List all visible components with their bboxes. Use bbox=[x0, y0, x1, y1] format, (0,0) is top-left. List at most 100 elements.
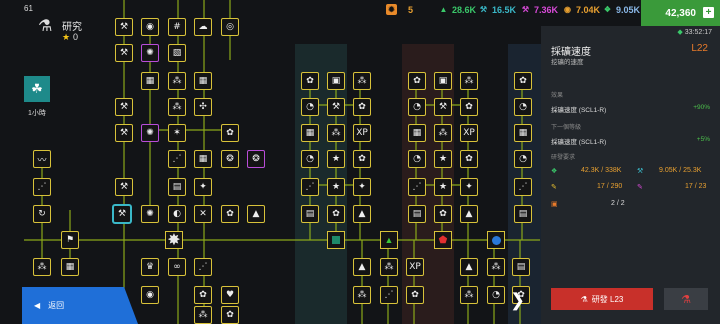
research-node[interactable]: ⚒ bbox=[115, 124, 133, 142]
research-node[interactable]: ▦ bbox=[194, 72, 212, 90]
research-node[interactable]: ◎ bbox=[221, 18, 239, 36]
research-node[interactable]: ✿ bbox=[221, 124, 239, 142]
research-node-mining-speed[interactable]: ⚒ bbox=[113, 205, 131, 223]
research-node[interactable]: ✿ bbox=[514, 72, 532, 90]
research-node[interactable]: ▲ bbox=[460, 258, 478, 276]
back-button[interactable]: ◀ 返回 bbox=[22, 287, 138, 324]
research-node[interactable]: ◔ bbox=[301, 150, 319, 168]
research-node[interactable]: ▦ bbox=[514, 124, 532, 142]
research-node[interactable]: ⋰ bbox=[194, 258, 212, 276]
research-node[interactable]: ⁂ bbox=[353, 72, 371, 90]
develop-button[interactable]: ⚗ 研發 L23 bbox=[551, 288, 653, 310]
research-node[interactable]: ⚒ bbox=[115, 98, 133, 116]
research-node[interactable]: ✕ bbox=[194, 205, 212, 223]
research-node[interactable]: ▦ bbox=[141, 72, 159, 90]
research-node[interactable]: ✺ bbox=[141, 124, 159, 142]
research-node[interactable]: ◔ bbox=[301, 98, 319, 116]
research-node[interactable]: ★ bbox=[327, 150, 345, 168]
research-node[interactable]: ▦ bbox=[194, 150, 212, 168]
research-node[interactable]: ✣ bbox=[194, 98, 212, 116]
research-node[interactable]: ⚒ bbox=[115, 44, 133, 62]
research-node[interactable]: # bbox=[168, 18, 186, 36]
research-node[interactable]: XP bbox=[406, 258, 424, 276]
research-hub-triangle[interactable]: ▲ bbox=[380, 231, 398, 249]
research-node[interactable]: ⁂ bbox=[33, 258, 51, 276]
research-node[interactable]: ▲ bbox=[353, 205, 371, 223]
research-node[interactable]: ☁ bbox=[194, 18, 212, 36]
next-arrow-button[interactable]: ❯ bbox=[510, 290, 525, 311]
resource-4[interactable]: ◉ 7.04K bbox=[562, 4, 600, 15]
research-node[interactable]: ▤ bbox=[301, 205, 319, 223]
research-node[interactable]: ◐ bbox=[168, 205, 186, 223]
research-node[interactable]: ∞ bbox=[168, 258, 186, 276]
research-node[interactable]: ✦ bbox=[353, 178, 371, 196]
research-node[interactable]: ❂ bbox=[247, 150, 265, 168]
research-node[interactable]: ⁂ bbox=[168, 72, 186, 90]
research-node[interactable]: ◔ bbox=[408, 150, 426, 168]
research-node[interactable]: ✿ bbox=[434, 205, 452, 223]
research-node[interactable]: ⁂ bbox=[194, 306, 212, 324]
research-node[interactable]: ▦ bbox=[301, 124, 319, 142]
research-node[interactable]: ⁂ bbox=[460, 286, 478, 304]
research-hub-red[interactable]: ⬟ bbox=[434, 231, 452, 249]
research-hub-blue[interactable] bbox=[487, 231, 505, 249]
research-node[interactable]: ❂ bbox=[221, 150, 239, 168]
research-node[interactable]: ◔ bbox=[487, 286, 505, 304]
research-node[interactable]: ▣ bbox=[327, 72, 345, 90]
research-node[interactable]: ⚑ bbox=[61, 231, 79, 249]
gems-counter[interactable]: ✹ 5 bbox=[386, 4, 413, 15]
research-node[interactable]: ✿ bbox=[327, 205, 345, 223]
research-node[interactable]: ✿ bbox=[221, 306, 239, 324]
resource-2[interactable]: ⚒ 16.5K bbox=[478, 4, 516, 15]
research-node[interactable]: ✶ bbox=[168, 124, 186, 142]
research-node[interactable]: ✿ bbox=[353, 150, 371, 168]
research-node[interactable]: ⋰ bbox=[33, 178, 51, 196]
resource-3[interactable]: ⚒ 7.36K bbox=[520, 4, 558, 15]
resource-1[interactable]: ▲ 28.6K bbox=[438, 4, 477, 15]
money-counter[interactable]: 42,360 + bbox=[641, 0, 720, 26]
research-node[interactable]: ⁂ bbox=[327, 124, 345, 142]
research-node[interactable]: ✺ bbox=[141, 205, 159, 223]
research-node[interactable]: ⁂ bbox=[460, 72, 478, 90]
research-node[interactable]: ⚒ bbox=[115, 178, 133, 196]
research-node[interactable]: ▲ bbox=[460, 205, 478, 223]
research-node[interactable]: ▦ bbox=[61, 258, 79, 276]
research-node[interactable]: ▧ bbox=[168, 44, 186, 62]
research-node[interactable]: ♥ bbox=[221, 286, 239, 304]
research-node[interactable]: ◔ bbox=[408, 98, 426, 116]
research-hub[interactable]: ✸ bbox=[165, 231, 183, 249]
research-node[interactable]: ✿ bbox=[408, 72, 426, 90]
research-node[interactable]: ✺ bbox=[141, 44, 159, 62]
research-node[interactable]: ⚒ bbox=[115, 18, 133, 36]
research-node[interactable]: ★ bbox=[434, 178, 452, 196]
research-node[interactable]: XP bbox=[460, 124, 478, 142]
add-money-icon[interactable]: + bbox=[703, 7, 714, 18]
research-node[interactable]: ⚒ bbox=[434, 98, 452, 116]
research-node[interactable]: ⋰ bbox=[514, 178, 532, 196]
research-node[interactable]: ⋰ bbox=[408, 178, 426, 196]
research-node[interactable]: ⋰ bbox=[380, 286, 398, 304]
research-node[interactable]: ⋰ bbox=[168, 150, 186, 168]
research-node[interactable]: ⁂ bbox=[353, 286, 371, 304]
research-node[interactable]: ▦ bbox=[408, 124, 426, 142]
research-node[interactable]: ◉ bbox=[141, 286, 159, 304]
research-node[interactable]: ◉ bbox=[141, 18, 159, 36]
research-node[interactable]: ✿ bbox=[194, 286, 212, 304]
research-node[interactable]: ⋰ bbox=[301, 178, 319, 196]
research-node[interactable]: ★ bbox=[434, 150, 452, 168]
research-node[interactable]: XP bbox=[353, 124, 371, 142]
research-node[interactable]: ▤ bbox=[168, 178, 186, 196]
research-node[interactable]: ✦ bbox=[194, 178, 212, 196]
research-node[interactable]: ⁂ bbox=[168, 98, 186, 116]
research-node[interactable]: ♛ bbox=[141, 258, 159, 276]
research-node[interactable]: ⁂ bbox=[487, 258, 505, 276]
research-node[interactable]: ▲ bbox=[247, 205, 265, 223]
research-hub-green[interactable] bbox=[327, 231, 345, 249]
boost-hex-button[interactable]: ☘ bbox=[24, 76, 50, 102]
research-node[interactable]: ✿ bbox=[353, 98, 371, 116]
research-node[interactable]: ▤ bbox=[514, 205, 532, 223]
research-node[interactable]: ✿ bbox=[460, 98, 478, 116]
research-node[interactable]: ⁂ bbox=[434, 124, 452, 142]
research-node[interactable]: ▣ bbox=[434, 72, 452, 90]
research-node[interactable]: ★ bbox=[327, 178, 345, 196]
